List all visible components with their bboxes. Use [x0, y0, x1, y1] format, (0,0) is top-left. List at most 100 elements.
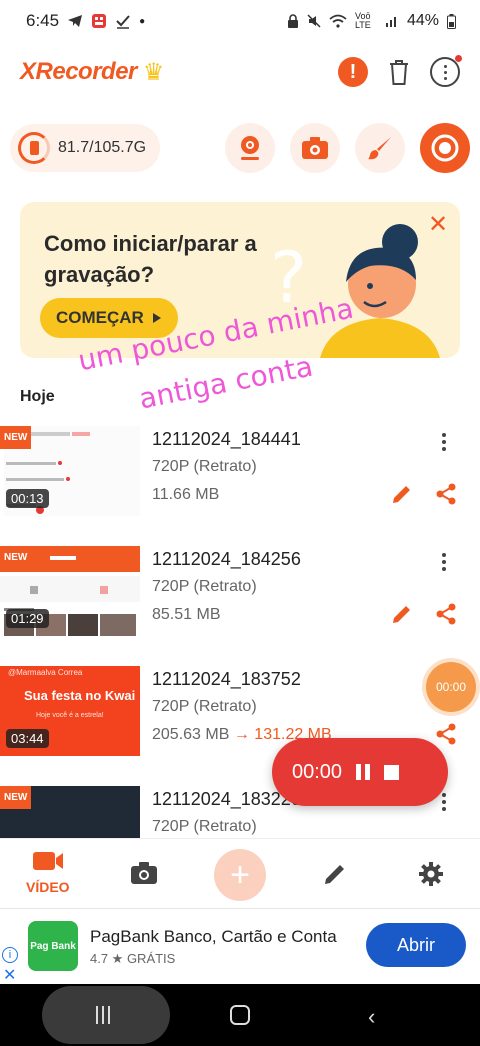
- record-button[interactable]: [420, 123, 470, 173]
- recording-time: 00:00: [292, 760, 343, 783]
- banner-title: Como iniciar/parar a gravação?: [44, 231, 257, 287]
- crown-icon[interactable]: ♛: [143, 58, 165, 87]
- new-badge: NEW: [0, 546, 32, 569]
- share-icon[interactable]: [434, 482, 458, 506]
- nav-settings[interactable]: [418, 861, 444, 887]
- toolbar: 81.7/105.7G: [10, 120, 470, 176]
- app-icon: [92, 14, 107, 28]
- thumbnail-caption: Sua festa no Kwai: [24, 688, 136, 703]
- duration-badge: 03:44: [6, 729, 49, 748]
- recording-size: 11.66 MB: [152, 486, 220, 503]
- trash-icon[interactable]: [384, 57, 414, 87]
- system-navigation-bar: ‹: [0, 984, 480, 1046]
- pagbank-logo: Pag Bank: [28, 921, 78, 971]
- nav-video[interactable]: VÍDEO: [26, 849, 70, 895]
- battery-icon: [447, 13, 456, 29]
- app-header: XRecorder ♛ !: [0, 50, 480, 94]
- wifi-icon: [329, 14, 347, 28]
- ad-open-button[interactable]: Abrir: [366, 923, 466, 967]
- edit-icon[interactable]: [390, 482, 414, 506]
- ad-banner[interactable]: i ✕ Pag Bank PagBank Banco, Cartão e Con…: [0, 908, 480, 984]
- add-button[interactable]: +: [214, 849, 266, 901]
- pencil-icon: [325, 865, 344, 884]
- arrow-right-icon: →: [233, 726, 250, 743]
- item-more-icon[interactable]: [434, 432, 454, 452]
- menu-more-icon[interactable]: [430, 55, 462, 87]
- pause-icon[interactable]: [356, 764, 371, 780]
- notification-icons: ●: [67, 13, 145, 29]
- storage-text: 81.7/105.7G: [58, 139, 147, 156]
- brush-icon: [368, 137, 391, 160]
- floating-recorder-bubble[interactable]: 00:00: [426, 662, 476, 712]
- gear-icon: [419, 862, 443, 886]
- signal-icon: [385, 17, 396, 27]
- ad-rating: 4.7 ★ GRÁTIS: [90, 951, 176, 966]
- alert-icon[interactable]: !: [338, 57, 368, 87]
- original-size: 205.63 MB: [152, 726, 230, 743]
- illustration-girl: ?: [270, 224, 440, 358]
- check-icon: [116, 15, 130, 29]
- recording-resolution: 720P (Retrato): [152, 458, 257, 475]
- nav-screenshots[interactable]: [130, 861, 158, 885]
- recording-name: 12112024_184441: [152, 429, 301, 449]
- video-camera-icon: [32, 852, 63, 870]
- camera-icon: [302, 137, 328, 159]
- video-thumbnail[interactable]: NEW: [0, 786, 140, 838]
- banner-close-icon[interactable]: ✕: [424, 210, 452, 238]
- duration-badge: 00:13: [6, 489, 49, 508]
- section-header: Hoje: [20, 388, 55, 405]
- plus-icon: +: [230, 855, 250, 894]
- back-icon[interactable]: ‹: [368, 1004, 375, 1030]
- recording-item[interactable]: NEW 00:13 12112024_184441 720P (Retrato)…: [0, 426, 480, 524]
- facecam-button[interactable]: [225, 123, 275, 173]
- edit-icon[interactable]: [390, 602, 414, 626]
- new-badge: NEW: [0, 426, 32, 449]
- nav-edit[interactable]: [322, 861, 348, 887]
- bottom-navigation: VÍDEO +: [0, 838, 480, 908]
- recording-resolution: 720P (Retrato): [152, 698, 257, 715]
- storage-icon: [18, 132, 50, 164]
- share-icon[interactable]: [434, 602, 458, 626]
- thumbnail-caption: Hoje você é a estrela!: [36, 712, 104, 719]
- brush-button[interactable]: [355, 123, 405, 173]
- screenshot-button[interactable]: [290, 123, 340, 173]
- webcam-icon: [241, 136, 259, 160]
- telegram-icon: [68, 15, 83, 27]
- video-thumbnail[interactable]: NEW 00:13: [0, 426, 140, 516]
- recents-icon[interactable]: [96, 1006, 110, 1024]
- thumbnail-caption: @Marmaalva Correa: [8, 668, 83, 677]
- duration-badge: 01:29: [6, 609, 49, 628]
- new-badge: NEW: [0, 786, 32, 809]
- record-icon: [431, 134, 459, 162]
- storage-indicator[interactable]: 81.7/105.7G: [10, 124, 161, 172]
- battery-level: 44%: [406, 12, 439, 29]
- share-icon[interactable]: [434, 722, 458, 746]
- status-bar: 6:45 ● Voō LTE 44%: [0, 0, 480, 42]
- ad-close-icon[interactable]: ✕: [3, 965, 16, 985]
- network-label: Voō LTE: [354, 11, 371, 30]
- info-icon[interactable]: i: [2, 947, 18, 963]
- mute-icon: [307, 14, 321, 28]
- recording-resolution: 720P (Retrato): [152, 818, 257, 835]
- video-thumbnail[interactable]: NEW 01:29: [0, 546, 140, 636]
- video-thumbnail[interactable]: @Marmaalva Correa Sua festa no Kwai Hoje…: [0, 666, 140, 756]
- recording-size: 85.51 MB: [152, 606, 221, 623]
- status-time: 6:45: [26, 11, 60, 30]
- stop-icon[interactable]: [384, 764, 400, 780]
- camera-icon: [131, 862, 157, 884]
- ad-app-name: PagBank Banco, Cartão e Conta: [90, 927, 337, 946]
- recording-item[interactable]: NEW 01:29 12112024_184256 720P (Retrato)…: [0, 546, 480, 644]
- play-arrow-icon: [152, 313, 161, 323]
- more-notifications-icon: ●: [139, 15, 146, 27]
- recording-control-panel: 00:00: [272, 738, 448, 806]
- recording-name: 12112024_184256: [152, 549, 301, 569]
- recording-name: 12112024_183752: [152, 669, 301, 689]
- home-icon[interactable]: [230, 1005, 250, 1025]
- lock-icon: [287, 14, 298, 28]
- recording-resolution: 720P (Retrato): [152, 578, 257, 595]
- nav-video-label: VÍDEO: [26, 879, 70, 895]
- start-button-label: COMEÇAR: [56, 308, 144, 327]
- item-more-icon[interactable]: [434, 552, 454, 572]
- app-logo: XRecorder: [20, 58, 137, 85]
- notification-dot: [455, 55, 462, 62]
